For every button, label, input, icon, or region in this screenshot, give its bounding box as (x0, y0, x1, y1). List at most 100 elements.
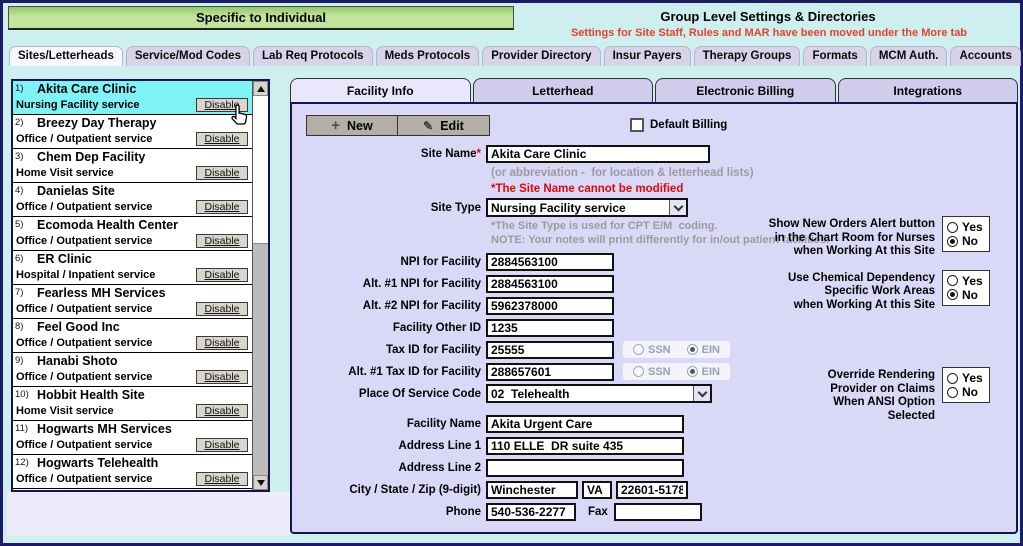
disable-button[interactable]: Disable (196, 472, 248, 486)
disable-button[interactable]: Disable (196, 234, 248, 248)
fax-label: Fax (588, 506, 608, 518)
no-radio[interactable] (947, 236, 958, 247)
edit-button[interactable]: ✎ Edit (398, 115, 490, 136)
facility-tab-facility-info[interactable]: Facility Info (290, 78, 471, 102)
npi-input[interactable] (486, 253, 614, 271)
yes-no-option: Use Chemical DependencySpecific Work Are… (655, 270, 990, 313)
site-list-item[interactable]: 6) ER Clinic Hospital / Inpatient servic… (13, 251, 252, 285)
tax-id-input[interactable] (486, 341, 614, 359)
alt1-tax-id-label: Alt. #1 Tax ID for Facility (294, 366, 486, 378)
site-option-settings: Show New Orders Alert buttonin the Chart… (655, 216, 990, 423)
fax-input[interactable] (614, 503, 702, 521)
scrollbar-track[interactable] (253, 244, 268, 475)
disable-button[interactable]: Disable (196, 438, 248, 452)
option-label-line: When ANSI Option (828, 396, 935, 410)
main-tab-sites-letterheads[interactable]: Sites/Letterheads (9, 46, 123, 66)
site-service-type: Office / Outpatient service (16, 201, 152, 213)
site-name-warning: *The Site Name cannot be modified (491, 182, 734, 198)
other-id-input[interactable] (486, 319, 614, 337)
disable-button[interactable]: Disable (196, 404, 248, 418)
site-list-item[interactable]: 11) Hogwarts MH Services Office / Outpat… (13, 421, 252, 455)
alt1-npi-input[interactable] (486, 275, 614, 293)
yes-no-radio-group[interactable]: Yes No (942, 216, 990, 252)
scrollbar-up-button[interactable] (253, 81, 268, 96)
address-line1-input[interactable] (486, 437, 684, 455)
site-list-item[interactable]: 5) Ecomoda Health Center Office / Outpat… (13, 217, 252, 251)
yes-radio[interactable] (947, 373, 958, 384)
new-button[interactable]: + New (306, 115, 398, 136)
ssn-radio[interactable] (633, 344, 644, 355)
disable-button[interactable]: Disable (196, 268, 248, 282)
yes-radio[interactable] (947, 222, 958, 233)
zip-input[interactable] (616, 481, 688, 499)
no-radio[interactable] (947, 387, 958, 398)
site-list-item[interactable]: 4) Danielas Site Office / Outpatient ser… (13, 183, 252, 217)
facility-tab-letterhead[interactable]: Letterhead (473, 78, 654, 102)
site-name: Danielas Site (37, 184, 115, 198)
other-id-label: Facility Other ID (294, 322, 486, 334)
main-tab-formats[interactable]: Formats (803, 46, 866, 66)
ssn-radio[interactable] (633, 366, 644, 377)
no-radio[interactable] (947, 289, 958, 300)
option-label: Use Chemical DependencySpecific Work Are… (788, 270, 935, 313)
main-tab-insur-payers[interactable]: Insur Payers (604, 46, 691, 66)
disable-button[interactable]: Disable (196, 98, 248, 112)
disable-button[interactable]: Disable (196, 336, 248, 350)
scrollbar-down-button[interactable] (253, 475, 268, 490)
site-type-dropdown[interactable]: Nursing Facility service (486, 198, 688, 217)
state-input[interactable] (582, 481, 612, 499)
site-service-type: Office / Outpatient service (16, 303, 152, 315)
site-list-scrollbar[interactable] (252, 81, 268, 490)
facility-detail-panel: Facility Info Letterhead Electronic Bill… (290, 78, 1018, 534)
facility-tab-electronic-billing[interactable]: Electronic Billing (655, 78, 836, 102)
disable-button[interactable]: Disable (196, 132, 248, 146)
site-service-type: Office / Outpatient service (16, 235, 152, 247)
facility-tab-integrations[interactable]: Integrations (838, 78, 1019, 102)
option-label: Override RenderingProvider on ClaimsWhen… (828, 367, 935, 423)
main-tab-mcm-auth-[interactable]: MCM Auth. (870, 46, 948, 66)
disable-button[interactable]: Disable (196, 302, 248, 316)
site-name: Breezy Day Therapy (37, 116, 157, 130)
city-state-zip-label: City / State / Zip (9-digit) (294, 484, 486, 496)
site-name-input[interactable] (486, 145, 710, 163)
option-label-line: Show New Orders Alert button (769, 218, 935, 232)
main-tab-service-mod-codes[interactable]: Service/Mod Codes (126, 46, 250, 66)
default-billing-checkbox[interactable] (630, 118, 644, 132)
option-label-line: Override Rendering (828, 369, 935, 383)
section-header-group: Group Level Settings & Directories (518, 9, 1018, 24)
main-tab-lab-req-protocols[interactable]: Lab Req Protocols (253, 46, 373, 66)
yes-no-radio-group[interactable]: Yes No (942, 367, 990, 403)
site-list-item[interactable]: 7) Fearless MH Services Office / Outpati… (13, 285, 252, 319)
option-label-line: Specific Work Areas (788, 285, 935, 299)
site-list-item[interactable]: 9) Hanabi Shoto Office / Outpatient serv… (13, 353, 252, 387)
up-arrow-icon (257, 86, 265, 92)
site-list-item[interactable]: 10) Hobbit Health Site Home Visit servic… (13, 387, 252, 421)
main-tab-therapy-groups[interactable]: Therapy Groups (694, 46, 801, 66)
site-number: 2) (15, 116, 37, 128)
scrollbar-thumb[interactable] (253, 96, 268, 244)
site-list-item[interactable]: 12) Hogwarts Telehealth Office / Outpati… (13, 455, 252, 489)
main-tab-meds-protocols[interactable]: Meds Protocols (376, 46, 480, 66)
site-number: 8) (15, 320, 37, 332)
site-list-item[interactable]: 3) Chem Dep Facility Home Visit service … (13, 149, 252, 183)
disable-button[interactable]: Disable (196, 166, 248, 180)
phone-input[interactable] (486, 503, 576, 521)
site-service-type: Home Visit service (16, 167, 114, 179)
site-list-item[interactable]: 1) Akita Care Clinic Nursing Facility se… (13, 81, 252, 115)
site-list-item[interactable]: 2) Breezy Day Therapy Office / Outpatien… (13, 115, 252, 149)
main-tab-provider-directory[interactable]: Provider Directory (482, 46, 600, 66)
site-number: 3) (15, 150, 37, 162)
yes-radio[interactable] (947, 275, 958, 286)
site-list-item[interactable]: 8) Feel Good Inc Office / Outpatient ser… (13, 319, 252, 353)
disable-button[interactable]: Disable (196, 200, 248, 214)
city-input[interactable] (486, 481, 578, 499)
alt1-tax-id-input[interactable] (486, 363, 614, 381)
alt2-npi-input[interactable] (486, 297, 614, 315)
main-tab-accounts[interactable]: Accounts (950, 46, 1020, 66)
yes-no-option: Override RenderingProvider on ClaimsWhen… (655, 367, 990, 423)
address-line2-input[interactable] (486, 459, 684, 477)
facility-tab-bar: Facility Info Letterhead Electronic Bill… (290, 78, 1018, 102)
moved-settings-notice: Settings for Site Staff, Rules and MAR h… (518, 27, 1020, 39)
disable-button[interactable]: Disable (196, 370, 248, 384)
yes-no-radio-group[interactable]: Yes No (942, 270, 990, 306)
